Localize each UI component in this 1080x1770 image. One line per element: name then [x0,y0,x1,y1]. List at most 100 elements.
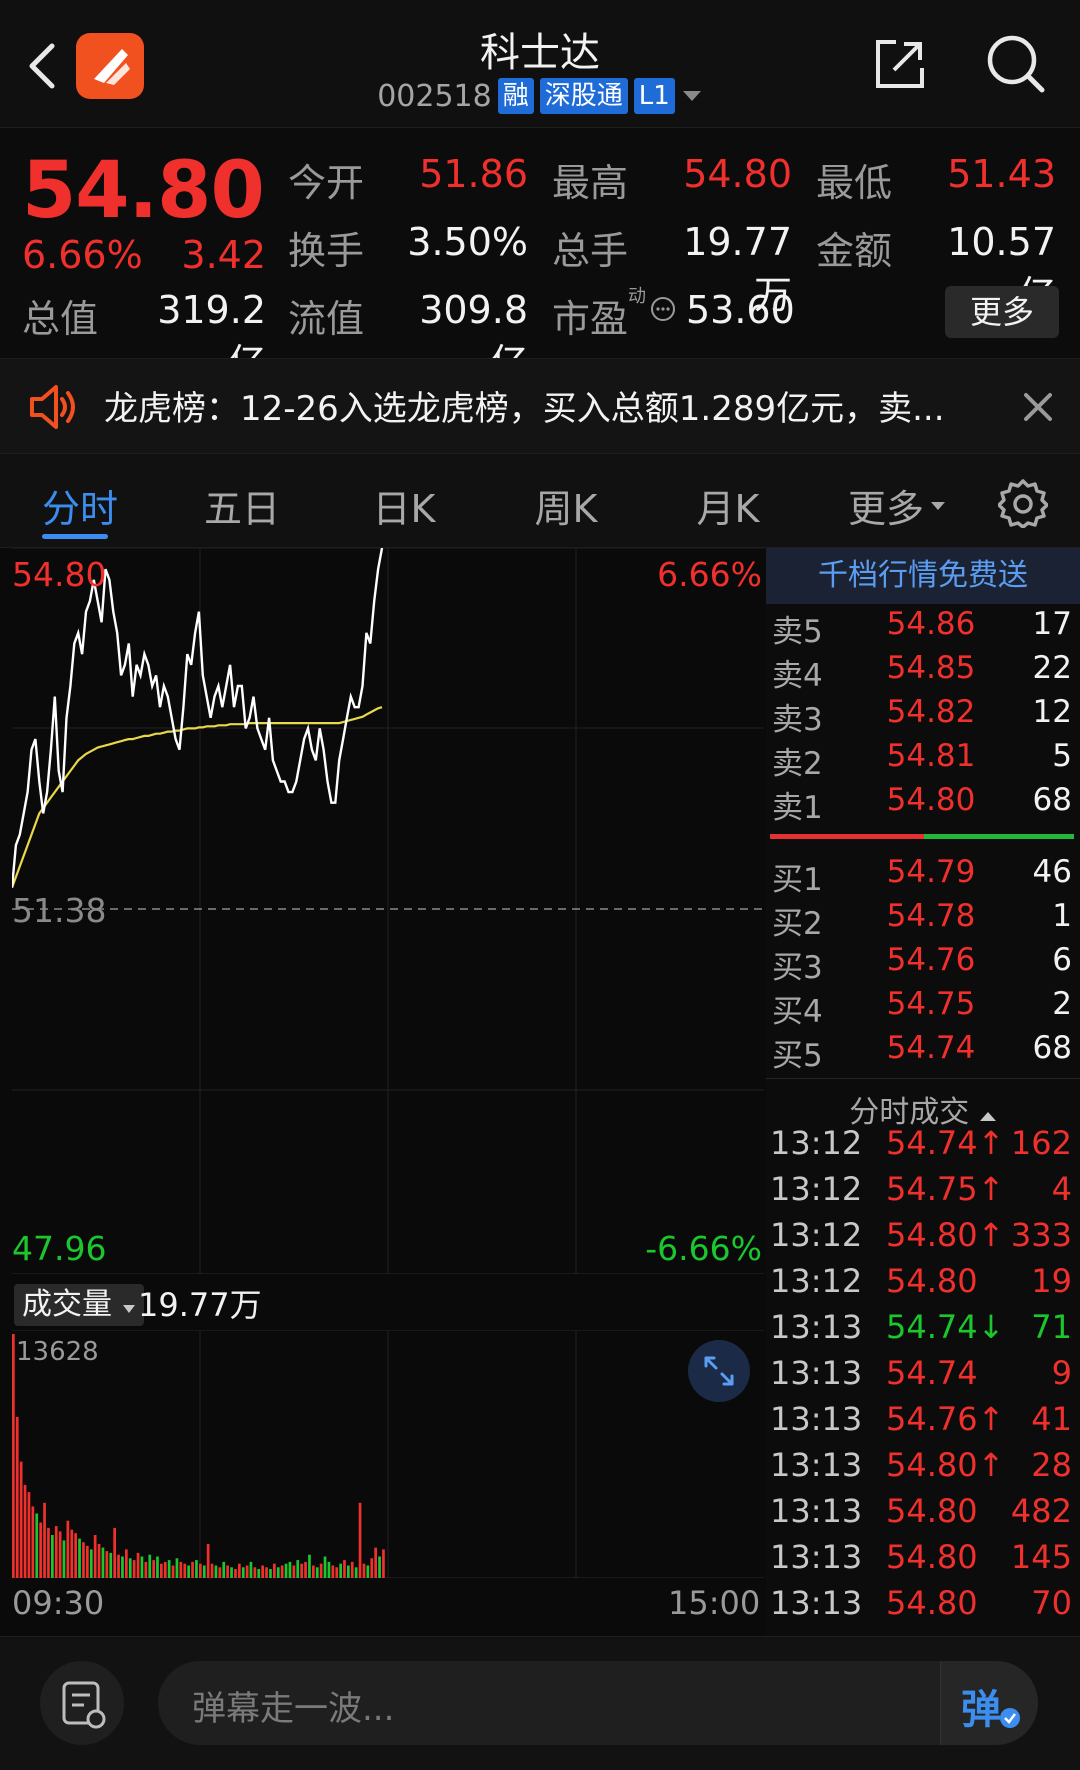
volume-bar [136,1552,140,1578]
ask-label: 卖3 [772,702,823,738]
volume-bar [354,1567,358,1578]
ask-label: 卖4 [772,658,823,694]
volume-bar [39,1522,42,1578]
volume-bar [350,1561,354,1578]
tick-volume: 4 [1051,1170,1072,1208]
average-price-line [12,706,383,888]
volume-bar [140,1556,144,1578]
tick-time: 13:12 [770,1124,863,1162]
ask-row-4[interactable]: 卖4 54.85 22 [766,650,1080,694]
volume-total: 19.77万 [138,1286,262,1324]
tick-price: 54.80 [886,1262,978,1300]
bid-row-1[interactable]: 买1 54.79 46 [766,854,1080,898]
volume-bar [362,1563,366,1578]
change-amount: 3.42 [181,233,266,277]
volume-bar [234,1569,237,1578]
ask-price: 54.80 [886,782,976,818]
search-button[interactable] [984,32,1046,94]
volume-bar [382,1549,385,1578]
volume-bar [109,1552,113,1578]
ask-row-5[interactable]: 卖5 54.86 17 [766,606,1080,650]
volume-bar [358,1502,362,1578]
bid-label: 买4 [772,994,823,1030]
volume-bar [214,1565,218,1578]
volume-bar [128,1558,132,1578]
ask-volume: 5 [1052,738,1072,774]
tick-row: 13:12 54.75↑ 4 [766,1170,1080,1214]
bid-volume: 1 [1052,898,1072,934]
volume-bar [117,1554,120,1578]
ask-volume: 68 [1032,782,1072,818]
quote-panel: 54.80 6.66% 3.42 今开 51.86 最高 54.80 最低 51… [0,128,1080,385]
expand-chart-button[interactable] [688,1340,750,1402]
volume-bar [113,1527,116,1578]
close-icon [1024,393,1052,421]
bid-volume: 6 [1052,942,1072,978]
volume-bar [238,1563,241,1578]
volume-bar [78,1538,81,1578]
share-button[interactable] [872,36,928,92]
notes-icon [62,1681,106,1729]
tab-more-label: 更多 [848,487,925,531]
ask-label: 卖5 [772,614,823,650]
volume-bar [23,1484,27,1578]
tick-time: 13:13 [770,1584,863,1622]
bid-row-5[interactable]: 买5 54.74 68 [766,1030,1080,1074]
volume-bar [199,1563,202,1578]
tab-more[interactable]: 更多 [848,478,946,533]
chart-settings-button[interactable] [997,478,1049,529]
y-top-percent: 6.66% [657,555,762,594]
bid-price: 54.76 [886,942,976,978]
tick-volume: 9 [1051,1354,1072,1392]
tab-weekly-k[interactable]: 周K [496,478,636,533]
ask-row-1[interactable]: 卖1 54.80 68 [766,782,1080,826]
more-quote-button[interactable]: 更多 [945,286,1059,338]
bid-row-2[interactable]: 买2 54.78 1 [766,898,1080,942]
tick-volume: 162 [1010,1124,1072,1162]
tick-price: 54.80↑ [886,1446,1005,1484]
volume-bar [366,1565,370,1578]
tab-five-day[interactable]: 五日 [172,478,312,533]
tick-time: 13:12 [770,1170,863,1208]
tab-daily-k[interactable]: 日K [334,478,474,533]
chart-grid [12,548,764,1274]
danmaku-send-button[interactable]: 弹 [940,1661,1038,1745]
ask-price: 54.85 [886,650,976,686]
volume-chart[interactable]: 13628 [12,1330,764,1578]
tab-intraday[interactable]: 分时 [10,478,150,533]
tick-row: 13:13 54.74↓ 71 [766,1308,1080,1352]
volume-bar [249,1561,253,1578]
volume-bar [280,1565,284,1578]
tab-monthly-k[interactable]: 月K [658,478,798,533]
mktcap-label: 总值 [22,297,99,341]
volume-bar [206,1544,210,1578]
ask-row-2[interactable]: 卖2 54.81 5 [766,738,1080,782]
volume-bar [202,1565,206,1578]
intraday-price-chart[interactable]: 54.80 6.66% 51.38 47.96 -6.66% [12,548,764,1274]
bid-volume: 2 [1052,986,1072,1022]
notes-button[interactable] [40,1661,124,1745]
volume-indicator-select[interactable]: 成交量 [14,1284,144,1326]
tick-price: 54.80 [886,1584,978,1622]
close-news-button[interactable] [1018,387,1058,427]
ask-row-3[interactable]: 卖3 54.82 12 [766,694,1080,738]
chart-tabs: 分时 五日 日K 周K 月K 更多 [0,454,1080,548]
promo-banner[interactable]: 千档行情免费送 [766,548,1080,604]
tick-volume: 145 [1010,1538,1072,1576]
y-bottom-price: 47.96 [12,1229,106,1268]
bid-label: 买3 [772,950,823,986]
danmaku-input[interactable]: 弹幕走一波... 弹 [158,1661,1038,1745]
tick-row: 13:13 54.80 482 [766,1492,1080,1536]
header-bar: 科士达 002518 融 深股通 L1 [0,0,1080,128]
bid-row-4[interactable]: 买4 54.75 2 [766,986,1080,1030]
volume-bar [241,1567,245,1578]
pe-info-icon[interactable] [650,296,676,326]
news-banner[interactable]: 龙虎榜：12-26入选龙虎榜，买入总额1.289亿元，卖... [0,358,1080,454]
tick-time: 13:12 [770,1216,863,1254]
volume-bar [378,1556,381,1578]
caret-down-icon [931,501,946,510]
caret-down-icon[interactable] [681,89,703,103]
volume-bar [292,1565,296,1578]
bid-row-3[interactable]: 买3 54.76 6 [766,942,1080,986]
volume-bar [160,1563,163,1578]
